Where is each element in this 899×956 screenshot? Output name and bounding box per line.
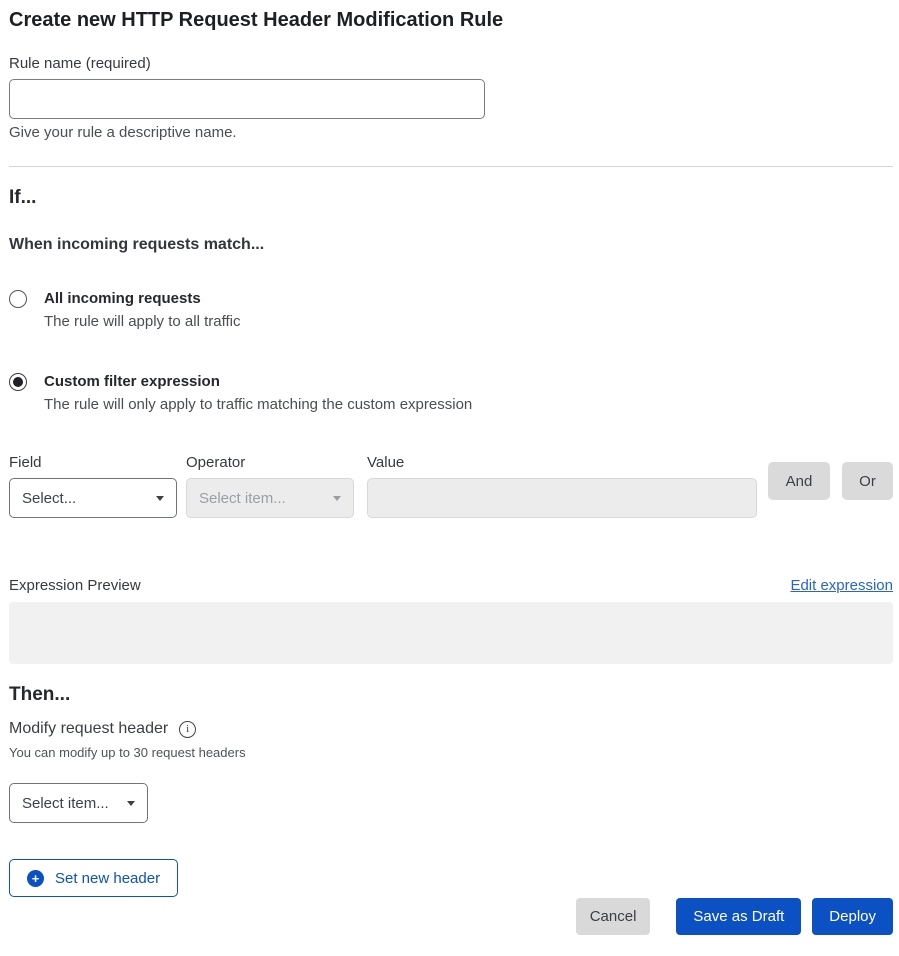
chevron-down-icon (333, 496, 341, 501)
section-divider (9, 166, 893, 167)
radio-button-icon[interactable] (9, 290, 27, 308)
radio-custom-filter-expression[interactable]: Custom filter expression The rule will o… (9, 372, 893, 414)
radio-option-label: All incoming requests (44, 289, 240, 308)
modify-request-header-label: Modify request header (9, 719, 168, 739)
deploy-button[interactable]: Deploy (812, 898, 893, 935)
page-title: Create new HTTP Request Header Modificat… (9, 8, 893, 32)
operator-label: Operator (186, 454, 354, 472)
operator-column: Operator Select item... (186, 454, 354, 518)
info-icon[interactable]: i (179, 721, 196, 738)
rule-name-help: Give your rule a descriptive name. (9, 124, 893, 142)
chevron-down-icon (127, 801, 135, 806)
field-label: Field (9, 454, 177, 472)
field-select[interactable]: Select... (9, 478, 177, 518)
or-button[interactable]: Or (842, 462, 893, 500)
expression-builder-row: Field Select... Operator Select item... … (9, 454, 893, 518)
rule-name-label: Rule name (required) (9, 55, 893, 73)
expression-preview-header: Expression Preview Edit expression (9, 577, 893, 595)
and-button[interactable]: And (768, 462, 830, 500)
value-label: Value (367, 454, 757, 472)
then-section-heading: Then... (9, 683, 893, 706)
edit-expression-link[interactable]: Edit expression (790, 577, 893, 594)
chevron-down-icon (156, 496, 164, 501)
radio-option-description: The rule will only apply to traffic matc… (44, 395, 472, 414)
header-action-select[interactable]: Select item... (9, 783, 148, 823)
radio-option-label: Custom filter expression (44, 372, 472, 391)
create-rule-page: Create new HTTP Request Header Modificat… (0, 0, 899, 935)
radio-button-icon[interactable] (9, 373, 27, 391)
match-subheading: When incoming requests match... (9, 235, 893, 255)
set-new-header-label: Set new header (55, 870, 160, 887)
footer-actions: Cancel Save as Draft Deploy (9, 898, 893, 935)
operator-select[interactable]: Select item... (186, 478, 354, 518)
header-action-select-value: Select item... (22, 795, 109, 812)
field-column: Field Select... (9, 454, 177, 518)
expression-preview-box (9, 602, 893, 664)
rule-name-input[interactable] (9, 79, 485, 119)
set-new-header-button[interactable]: + Set new header (9, 859, 178, 897)
radio-option-text: Custom filter expression The rule will o… (44, 372, 472, 414)
if-section-heading: If... (9, 186, 893, 209)
operator-select-value: Select item... (199, 490, 286, 507)
radio-option-description: The rule will apply to all traffic (44, 312, 240, 331)
radio-all-incoming-requests[interactable]: All incoming requests The rule will appl… (9, 289, 893, 331)
cancel-button[interactable]: Cancel (576, 898, 651, 935)
radio-option-text: All incoming requests The rule will appl… (44, 289, 240, 331)
value-column: Value (367, 454, 757, 518)
save-as-draft-button[interactable]: Save as Draft (676, 898, 801, 935)
expression-preview-label: Expression Preview (9, 577, 141, 595)
modify-request-header-row: Modify request header i (9, 719, 893, 739)
plus-circle-icon: + (27, 870, 44, 887)
value-input[interactable] (367, 478, 757, 518)
modify-header-help: You can modify up to 30 request headers (9, 745, 893, 760)
field-select-value: Select... (22, 490, 76, 507)
